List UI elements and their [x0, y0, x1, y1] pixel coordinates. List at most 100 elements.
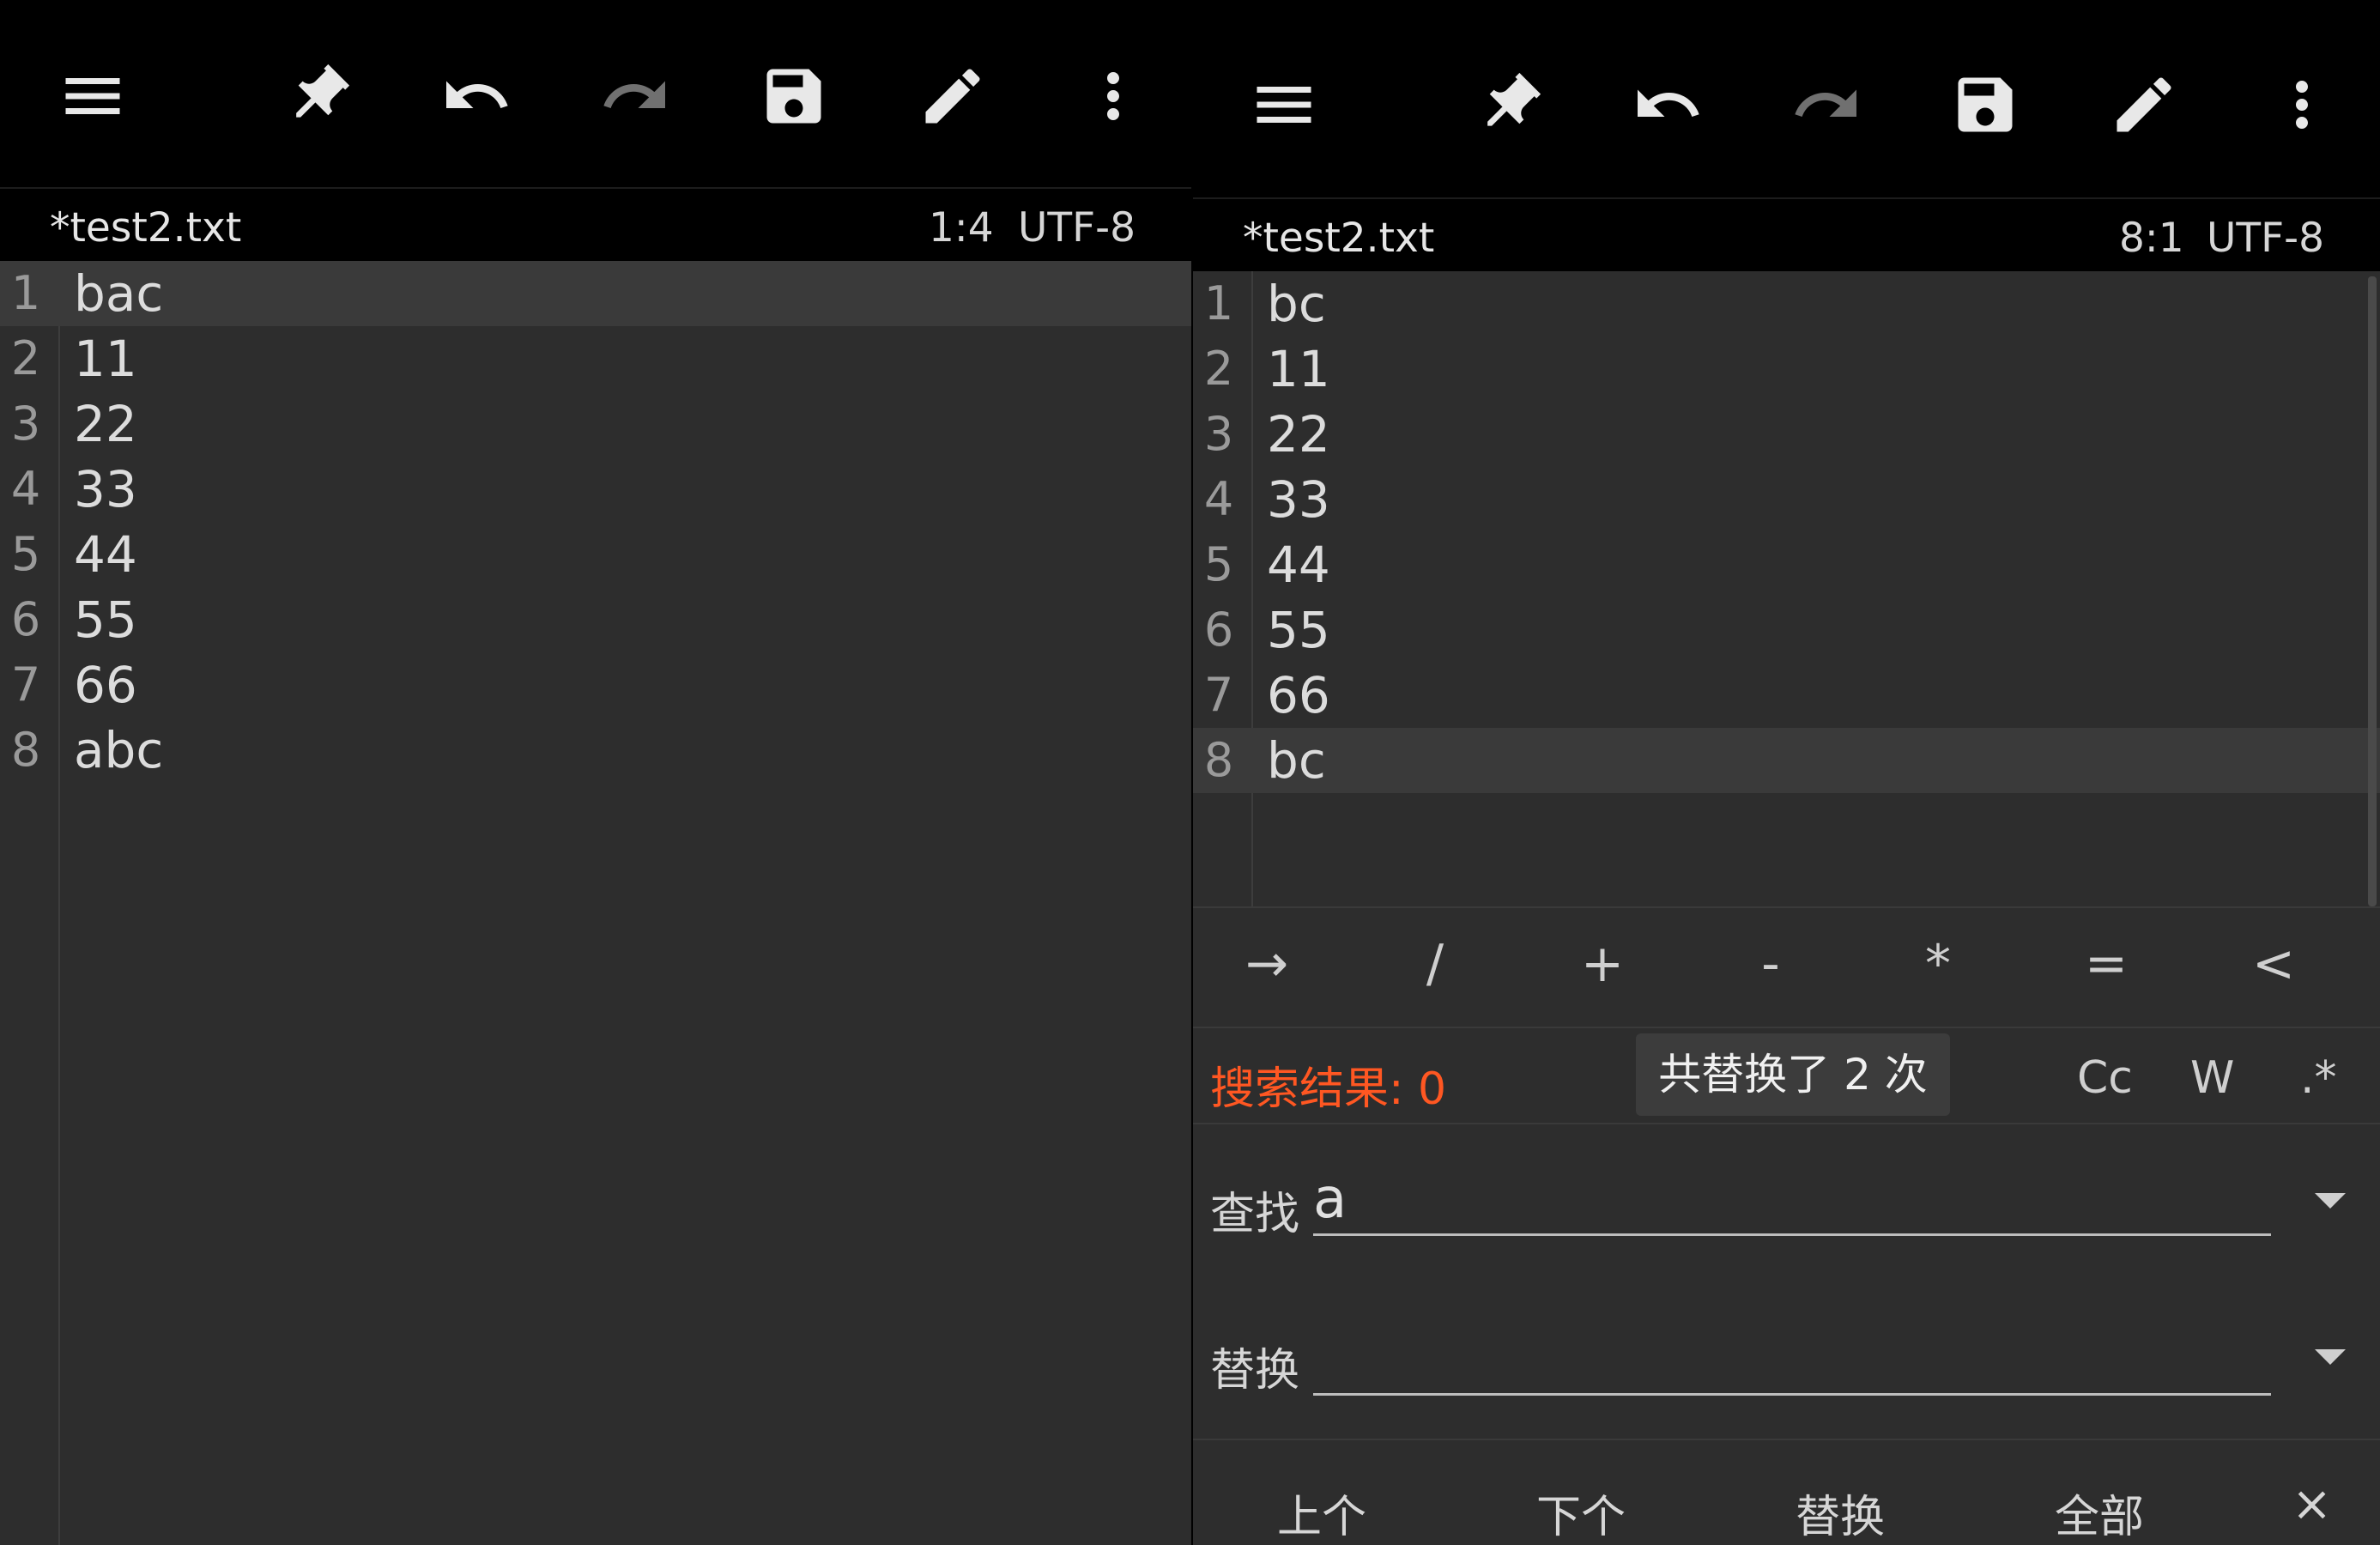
symbol-key-tab[interactable]: → [1215, 934, 1318, 994]
pin-icon [1487, 72, 1541, 126]
previous-match-button[interactable]: 上个 [1245, 1481, 1399, 1545]
search-result-count: 搜索结果: 0 [1210, 1063, 1447, 1115]
line-text: bc [1267, 275, 1326, 333]
pin-button[interactable] [1457, 53, 1560, 156]
line-number: 8 [1203, 733, 1234, 787]
replace-history-dropdown-icon[interactable] [2315, 1349, 2346, 1365]
more-button[interactable] [2250, 53, 2353, 156]
find-history-dropdown-icon[interactable] [2315, 1193, 2346, 1209]
replace-button[interactable]: 替换 [1763, 1481, 1917, 1545]
line-number: 3 [1203, 407, 1234, 461]
editor-line[interactable]: 1 bc [1193, 271, 2380, 336]
find-input[interactable] [1313, 1164, 2271, 1236]
line-text: 55 [74, 591, 137, 649]
editor-line[interactable]: 4 33 [0, 457, 1191, 522]
pin-button[interactable] [266, 45, 369, 148]
line-number: 6 [1203, 603, 1234, 657]
replace-toast: 共替换了 2 次 [1636, 1033, 1950, 1116]
editor-line[interactable]: 7 66 [0, 652, 1191, 718]
save-button[interactable] [742, 45, 845, 148]
editor-scrollbar[interactable] [2368, 276, 2377, 906]
symbol-key-slash[interactable]: / [1384, 934, 1487, 994]
line-text: 33 [1267, 470, 1330, 529]
edit-button[interactable] [2092, 53, 2195, 156]
regex-toggle[interactable]: .* [2300, 1052, 2337, 1104]
line-text: abc [74, 721, 164, 779]
replace-all-button[interactable]: 全部 [2022, 1481, 2177, 1545]
line-number: 4 [1203, 472, 1234, 526]
editor-line[interactable]: 3 22 [0, 391, 1191, 457]
menu-icon [65, 78, 120, 114]
line-number: 1 [10, 266, 41, 320]
line-number: 4 [10, 462, 41, 516]
file-tab-title[interactable]: *test2.txt [50, 204, 241, 251]
match-case-toggle[interactable]: Cc [2077, 1052, 2133, 1104]
editor-line[interactable]: 4 33 [1193, 467, 2380, 532]
find-label: 查找 [1210, 1189, 1300, 1240]
line-number: 2 [1203, 342, 1234, 396]
search-replace-panel: 搜索结果: 0 共替换了 2 次 Cc W .* 查找 替换 上个 下个 替换 … [1193, 1028, 2380, 1545]
file-tab-bar: *test2.txt 1:4 UTF-8 [0, 187, 1191, 261]
replace-input[interactable] [1313, 1324, 2271, 1396]
editor-line[interactable]: 8 bc [1193, 728, 2380, 793]
line-text: 66 [74, 656, 137, 714]
editor-line[interactable]: 3 22 [1193, 402, 2380, 467]
menu-icon [1257, 87, 1311, 123]
editor-line[interactable]: 7 66 [1193, 663, 2380, 728]
line-text: 11 [74, 330, 137, 388]
encoding-label[interactable]: UTF-8 [2207, 215, 2324, 262]
divider [1193, 1439, 2380, 1440]
save-button[interactable] [1934, 53, 2037, 156]
line-number: 5 [10, 527, 41, 581]
redo-button[interactable] [584, 45, 687, 148]
line-number: 7 [10, 657, 41, 712]
undo-button[interactable] [425, 45, 528, 148]
editor-line[interactable]: 6 55 [1193, 597, 2380, 663]
line-text: 44 [1267, 536, 1330, 594]
symbol-key-plus[interactable]: + [1551, 934, 1654, 994]
editor-line[interactable]: 6 55 [0, 587, 1191, 652]
line-number: 7 [1203, 668, 1234, 722]
redo-icon [1795, 89, 1856, 117]
line-number: 1 [1203, 276, 1234, 330]
symbol-key-equals[interactable]: = [2055, 934, 2158, 994]
save-icon [1958, 77, 2013, 132]
editor-line[interactable]: 8 abc [0, 718, 1191, 783]
menu-button[interactable] [41, 45, 144, 148]
undo-button[interactable] [1616, 53, 1719, 156]
editor-line[interactable]: 1 bac [0, 261, 1191, 326]
file-tab-title[interactable]: *test2.txt [1243, 215, 1434, 262]
next-match-button[interactable]: 下个 [1504, 1481, 1658, 1545]
symbol-key-minus[interactable]: - [1719, 934, 1822, 994]
cursor-position: 8:1 [2119, 215, 2184, 262]
editor-line[interactable]: 5 44 [1193, 532, 2380, 597]
text-editor[interactable]: 1 bc 2 11 3 22 4 33 5 44 6 55 7 66 8 bc [1193, 271, 2380, 906]
line-text: 22 [1267, 405, 1330, 464]
editor-line[interactable]: 2 11 [0, 326, 1191, 391]
line-number: 8 [10, 723, 41, 777]
text-editor[interactable]: 1 bac 2 11 3 22 4 33 5 44 6 55 7 66 8 abc [0, 261, 1191, 1545]
line-text: bc [1267, 731, 1326, 790]
redo-button[interactable] [1775, 53, 1878, 156]
edit-button[interactable] [901, 45, 1004, 148]
editor-line[interactable]: 5 44 [0, 522, 1191, 587]
toolbar [0, 0, 1191, 187]
encoding-label[interactable]: UTF-8 [1018, 204, 1135, 251]
line-text: 55 [1267, 601, 1330, 659]
line-number: 5 [1203, 537, 1234, 591]
whole-word-toggle[interactable]: W [2190, 1052, 2234, 1104]
symbol-key-asterisk[interactable]: * [1886, 934, 1989, 994]
line-text: bac [74, 264, 164, 323]
editor-line[interactable]: 2 11 [1193, 336, 2380, 402]
save-icon [766, 69, 821, 124]
line-number: 6 [10, 592, 41, 646]
cursor-position: 1:4 [929, 204, 994, 251]
symbol-bar: → / + - * = < [1193, 906, 2380, 1028]
edit-icon [2117, 77, 2171, 132]
toolbar [1193, 0, 2380, 197]
more-button[interactable] [1062, 45, 1165, 148]
menu-button[interactable] [1232, 53, 1335, 156]
line-text: 44 [74, 525, 137, 584]
symbol-key-less[interactable]: < [2222, 934, 2325, 994]
close-search-icon[interactable]: × [2292, 1476, 2332, 1532]
